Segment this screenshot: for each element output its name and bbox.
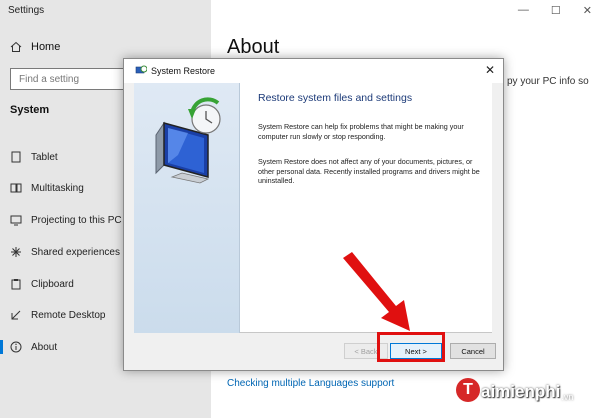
- watermark-letter: T: [456, 378, 480, 402]
- minimize-icon[interactable]: —: [518, 4, 529, 17]
- sidebar-item-tablet[interactable]: Tablet: [10, 147, 58, 167]
- window-controls: — ☐ ✕: [518, 4, 592, 17]
- computer-restore-icon: [155, 97, 221, 184]
- search-placeholder: Find a setting: [19, 74, 80, 85]
- dialog-heading: Restore system files and settings: [258, 92, 413, 104]
- dialog-title: System Restore: [151, 66, 216, 76]
- system-restore-icon: [135, 65, 147, 74]
- dialog-side-panel: [134, 83, 240, 333]
- sidebar-item-label: Clipboard: [31, 278, 74, 290]
- home-label: Home: [31, 41, 61, 53]
- system-restore-dialog: System Restore ✕ Restore system files an…: [123, 58, 504, 371]
- clipboard-icon: [10, 278, 22, 290]
- maximize-icon[interactable]: ☐: [551, 4, 561, 17]
- sidebar-item-label: Multitasking: [31, 182, 84, 194]
- window-title: Settings: [8, 5, 45, 16]
- languages-support-link[interactable]: Checking multiple Languages support: [227, 378, 394, 389]
- section-title: System: [10, 104, 50, 116]
- dialog-paragraph-2: System Restore does not affect any of yo…: [258, 157, 480, 185]
- sidebar-item-label: Projecting to this PC: [31, 214, 122, 226]
- watermark-suffix: .vn: [561, 392, 574, 402]
- sidebar-item-label: Shared experiences: [31, 246, 120, 258]
- tablet-icon: [10, 151, 22, 163]
- about-icon: [10, 341, 22, 353]
- sidebar-item-label: Remote Desktop: [31, 309, 106, 321]
- home-nav-item[interactable]: Home: [10, 41, 60, 53]
- sidebar-item-multitasking[interactable]: Multitasking: [10, 178, 84, 198]
- projecting-icon: [10, 214, 22, 226]
- dialog-paragraph-1: System Restore can help fix problems tha…: [258, 122, 464, 141]
- home-icon: [10, 41, 22, 52]
- close-icon[interactable]: ✕: [485, 63, 495, 77]
- sidebar-item-remote-desktop[interactable]: Remote Desktop: [10, 305, 105, 325]
- sidebar-item-clipboard[interactable]: Clipboard: [10, 274, 74, 294]
- sidebar-item-label: About: [31, 341, 58, 353]
- watermark-logo: T aimienphi .vn: [456, 378, 573, 402]
- sidebar-item-label: Tablet: [31, 151, 58, 163]
- sidebar-item-shared-experiences[interactable]: Shared experiences: [10, 242, 120, 262]
- multitasking-icon: [10, 182, 22, 194]
- shared-experiences-icon: [10, 246, 22, 258]
- sidebar-item-projecting[interactable]: Projecting to this PC: [10, 210, 122, 230]
- dialog-body: Restore system files and settings System…: [134, 83, 492, 333]
- page-title: About: [227, 36, 280, 58]
- sidebar-item-about[interactable]: About: [0, 337, 58, 357]
- next-button-highlight: [377, 332, 445, 362]
- remote-desktop-icon: [10, 309, 22, 321]
- close-icon[interactable]: ✕: [583, 4, 592, 17]
- watermark-name: aimienphi: [481, 382, 561, 401]
- pc-info-text: py your PC info so: [507, 76, 589, 87]
- dialog-titlebar: System Restore ✕: [124, 59, 503, 83]
- cancel-button[interactable]: Cancel: [450, 343, 496, 359]
